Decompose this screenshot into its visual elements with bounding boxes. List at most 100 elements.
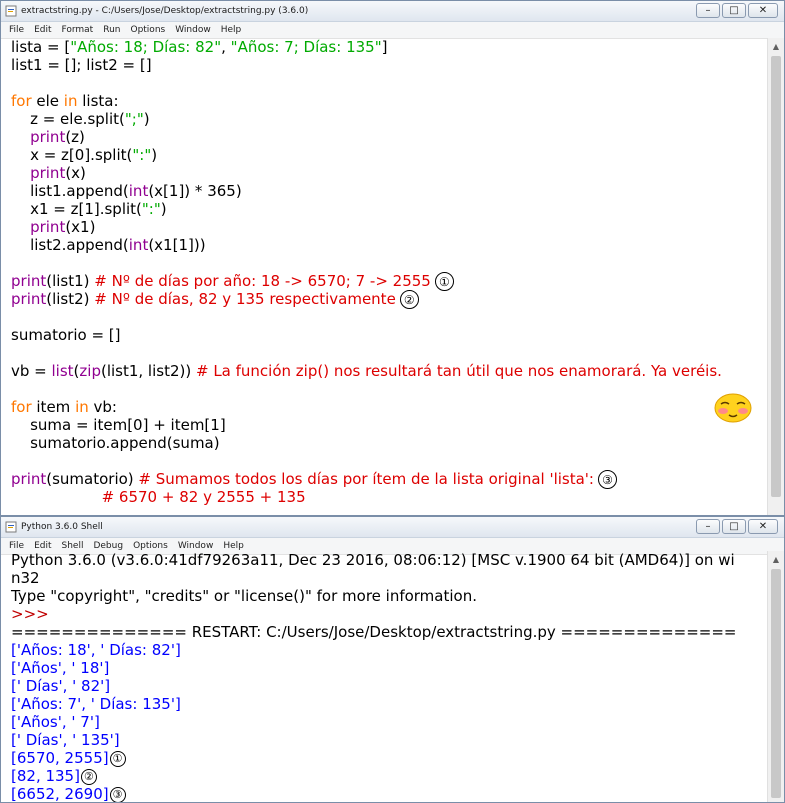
- code-token: for: [11, 398, 32, 416]
- circled-number-marker: ③: [109, 786, 126, 802]
- code-token: in: [63, 92, 78, 110]
- code-token: [6570, 2555]: [11, 749, 109, 767]
- menu-item-edit[interactable]: Edit: [34, 541, 51, 551]
- editor-line: print(x1): [11, 218, 767, 236]
- menu-item-window[interactable]: Window: [175, 25, 211, 35]
- scroll-thumb[interactable]: [771, 56, 781, 497]
- code-token: ";": [124, 110, 144, 128]
- shell-output-area[interactable]: Python 3.6.0 (v3.6.0:41df79263a11, Dec 2…: [1, 551, 767, 802]
- code-token: suma = item[0] + item[1]: [11, 416, 226, 434]
- shell-line: ============== RESTART: C:/Users/Jose/De…: [11, 623, 767, 641]
- code-token: (z): [65, 128, 85, 146]
- editor-line: z = ele.split(";"): [11, 110, 767, 128]
- menu-item-help[interactable]: Help: [223, 541, 244, 551]
- code-token: # Sumamos todos los días por ítem de la …: [138, 470, 594, 488]
- code-token: int: [128, 182, 149, 200]
- code-token: [82, 135]: [11, 767, 80, 785]
- menu-item-format[interactable]: Format: [62, 25, 94, 35]
- code-token: ['Años: 7', ' Días: 135']: [11, 695, 181, 713]
- menu-item-file[interactable]: File: [9, 541, 24, 551]
- close-button[interactable]: ✕: [748, 519, 778, 534]
- menu-item-help[interactable]: Help: [221, 25, 242, 35]
- shell-line: >>>: [11, 605, 767, 623]
- editor-line: # 6570 + 82 y 2555 + 135: [11, 488, 767, 506]
- code-token: ): [160, 200, 167, 218]
- minimize-button[interactable]: –: [696, 519, 720, 534]
- menu-item-edit[interactable]: Edit: [34, 25, 51, 35]
- editor-line: print(z): [11, 128, 767, 146]
- code-token: # La función zip() nos resultará tan úti…: [195, 362, 722, 380]
- editor-line: x = z[0].split(":"): [11, 146, 767, 164]
- scroll-thumb[interactable]: [771, 569, 781, 798]
- code-token: list: [51, 362, 74, 380]
- code-token: Python 3.6.0 (v3.6.0:41df79263a11, Dec 2…: [11, 551, 735, 569]
- code-token: lista:: [77, 92, 119, 110]
- editor-line: for ele in lista:: [11, 92, 767, 110]
- code-token: print: [11, 290, 47, 308]
- shell-titlebar[interactable]: Python 3.6.0 Shell – □ ✕: [1, 517, 784, 538]
- code-token: x1 = z[1].split(: [11, 200, 142, 218]
- code-token: (list1): [46, 272, 95, 290]
- editor-line: suma = item[0] + item[1]: [11, 416, 767, 434]
- menu-item-run[interactable]: Run: [103, 25, 120, 35]
- code-token: zip: [79, 362, 101, 380]
- editor-scrollbar[interactable]: ▲: [767, 38, 784, 515]
- menu-item-debug[interactable]: Debug: [93, 541, 123, 551]
- code-token: list1 = []; list2 = []: [11, 56, 152, 74]
- code-token: ): [143, 110, 150, 128]
- shell-window: Python 3.6.0 Shell – □ ✕ File Edit Shell De…: [0, 516, 785, 803]
- scroll-up-arrow-icon[interactable]: ▲: [768, 38, 784, 55]
- shell-line: ['Años', ' 18']: [11, 659, 767, 677]
- menu-item-file[interactable]: File: [9, 25, 24, 35]
- code-token: vb:: [88, 398, 117, 416]
- menu-item-options[interactable]: Options: [130, 25, 165, 35]
- code-token: lista = [: [11, 38, 71, 56]
- code-token: (sumatorio): [46, 470, 139, 488]
- code-token: print: [30, 164, 66, 182]
- code-token: "Años: 7; Días: 135": [230, 38, 382, 56]
- code-token: ['Años', ' 18']: [11, 659, 110, 677]
- code-token: sumatorio.append(suma): [11, 434, 220, 452]
- code-token: (x1): [65, 218, 96, 236]
- shell-line: [' Días', ' 135']: [11, 731, 767, 749]
- editor-line: print(list1) # Nº de días por año: 18 ->…: [11, 272, 767, 291]
- code-token: print: [11, 272, 47, 290]
- scroll-up-arrow-icon[interactable]: ▲: [768, 551, 784, 568]
- code-token: ============== RESTART: C:/Users/Jose/De…: [11, 623, 737, 641]
- maximize-button[interactable]: □: [722, 3, 746, 18]
- menu-item-shell[interactable]: Shell: [62, 541, 84, 551]
- circled-number-marker: ①: [109, 750, 126, 767]
- code-token: (x): [65, 164, 86, 182]
- shell-line: [' Días', ' 82']: [11, 677, 767, 695]
- maximize-button[interactable]: □: [722, 519, 746, 534]
- circled-number-marker: ③: [597, 470, 617, 489]
- code-token: for: [11, 92, 32, 110]
- menu-item-window[interactable]: Window: [178, 541, 214, 551]
- minimize-button[interactable]: –: [696, 3, 720, 18]
- circled-number-marker: ②: [399, 290, 419, 309]
- close-button[interactable]: ✕: [748, 3, 778, 18]
- editor-titlebar[interactable]: extractstring.py - C:/Users/Jose/Desktop…: [1, 1, 784, 22]
- menu-item-options[interactable]: Options: [133, 541, 168, 551]
- shell-line: ['Años', ' 7']: [11, 713, 767, 731]
- code-token: ":": [141, 200, 161, 218]
- shell-line: [6652, 2690] ③: [11, 785, 767, 802]
- code-editor-area[interactable]: lista = ["Años: 18; Días: 82", "Años: 7;…: [1, 38, 767, 515]
- shell-line: [82, 135] ②: [11, 767, 767, 785]
- editor-line: list2.append(int(x1[1])): [11, 236, 767, 254]
- editor-window: extractstring.py - C:/Users/Jose/Desktop…: [0, 0, 785, 516]
- code-token: list1.append(: [11, 182, 129, 200]
- code-token: (list1, list2)): [100, 362, 196, 380]
- code-token: (x[1]) * 365): [148, 182, 242, 200]
- editor-title: extractstring.py - C:/Users/Jose/Desktop…: [21, 6, 309, 16]
- editor-line: sumatorio.append(suma): [11, 434, 767, 452]
- code-token: n32: [11, 569, 40, 587]
- shell-scrollbar[interactable]: ▲: [767, 551, 784, 802]
